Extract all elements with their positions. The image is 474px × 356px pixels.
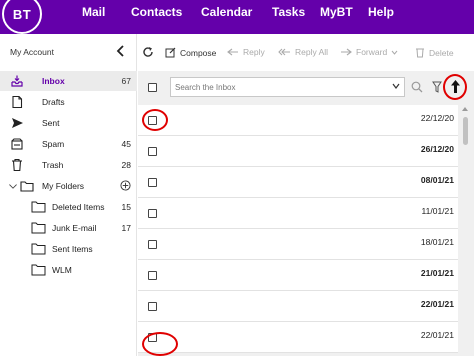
unread-count: 17 [121,223,131,233]
sidebar-item-inbox[interactable]: Inbox 67 [0,71,137,91]
unread-count: 15 [121,202,131,212]
folder-icon [20,181,34,192]
sidebar-item-label: My Folders [42,181,85,191]
sort-arrow-icon[interactable] [449,79,462,94]
sidebar-item-label: WLM [52,265,72,275]
account-header: My Account [0,34,137,71]
nav-help[interactable]: Help [368,5,394,19]
unread-count: 67 [121,76,131,86]
message-checkbox[interactable] [148,147,157,156]
sidebar-item-label: Junk E-mail [52,223,97,233]
top-nav-bar: BT Mail Contacts Calendar Tasks MyBT Hel… [0,0,474,34]
scrollbar-thumb[interactable] [463,117,468,145]
spam-icon [11,138,23,150]
chevron-down-icon[interactable] [8,179,18,193]
forward-button[interactable]: Forward [340,47,398,57]
message-row[interactable]: 26/12/20 [138,136,458,167]
sidebar-item-label: Inbox [42,76,65,86]
sidebar-item-deleted-items[interactable]: Deleted Items 15 [0,197,137,217]
forward-icon [341,48,352,56]
sidebar-item-my-folders[interactable]: My Folders [0,176,137,196]
filter-icon[interactable] [432,81,442,93]
nav-mybt[interactable]: MyBT [320,5,353,19]
account-label: My Account [10,47,54,57]
select-all-checkbox[interactable] [148,83,157,92]
message-checkbox[interactable] [148,271,157,280]
unread-count: 45 [121,139,131,149]
sidebar-item-label: Deleted Items [52,202,105,212]
message-row[interactable]: 18/01/21 [138,229,458,260]
sidebar-item-label: Drafts [42,97,65,107]
folder-icon [31,264,46,276]
message-checkbox[interactable] [148,302,157,311]
nav-tasks[interactable]: Tasks [272,5,305,19]
nav-mail[interactable]: Mail [82,5,105,19]
chevron-down-icon[interactable] [391,50,398,55]
message-date: 22/01/21 [420,299,454,309]
message-row[interactable]: 22/12/20 [138,105,458,136]
message-row[interactable]: 22/01/21 [138,291,458,322]
sidebar-item-spam[interactable]: Spam 45 [0,134,137,154]
message-checkbox[interactable] [148,178,157,187]
sidebar-item-label: Sent [42,118,60,128]
message-row[interactable]: 08/01/21 [138,167,458,198]
sidebar-item-junk-email[interactable]: Junk E-mail 17 [0,218,137,238]
message-checkbox[interactable] [148,116,157,125]
message-date: 21/01/21 [420,268,454,278]
message-row[interactable]: 21/01/21 [138,260,458,291]
folder-icon [31,222,46,234]
list-header [138,71,474,105]
add-folder-icon[interactable] [120,180,131,191]
message-checkbox[interactable] [148,333,157,342]
refresh-icon[interactable] [142,46,154,58]
message-row[interactable]: 11/01/21 [138,198,458,229]
message-date: 08/01/21 [420,175,454,185]
message-date: 26/12/20 [420,144,454,154]
folder-icon [31,243,46,255]
reply-button[interactable]: Reply [227,47,265,57]
unread-count: 28 [121,160,131,170]
sidebar-item-label: Trash [42,160,64,170]
drafts-icon [12,95,23,109]
reply-all-icon [278,48,290,56]
sidebar-item-sent-items[interactable]: Sent Items [0,239,137,259]
sidebar-item-trash[interactable]: Trash 28 [0,155,137,175]
search-input[interactable] [175,80,385,94]
message-date: 22/01/21 [420,330,454,340]
sidebar: My Account Inbox 67 Drafts Sent Spam 45 … [0,34,137,356]
search-box[interactable] [170,77,405,97]
message-row[interactable]: 22/01/21 [138,322,458,353]
message-checkbox[interactable] [148,240,157,249]
sidebar-item-label: Spam [42,139,65,149]
delete-button[interactable]: Delete [415,47,454,58]
message-list: 22/12/20 26/12/20 08/01/21 11/01/21 18/0… [138,71,474,356]
compose-button[interactable]: Compose [165,47,216,58]
chevron-left-icon[interactable] [114,44,128,58]
scroll-up-arrow-icon[interactable] [462,107,468,111]
folder-icon [31,201,46,213]
scrollbar[interactable] [459,105,474,356]
sidebar-item-label: Sent Items [52,244,93,254]
message-date: 18/01/21 [420,237,454,247]
nav-contacts[interactable]: Contacts [131,5,182,19]
inbox-icon [11,75,23,87]
bt-logo[interactable]: BT [2,0,42,34]
sidebar-item-sent[interactable]: Sent [0,113,137,133]
message-checkbox[interactable] [148,209,157,218]
message-date: 22/12/20 [420,113,454,123]
message-toolbar: Compose Reply Reply All Forward Delete [138,34,474,71]
chevron-down-icon[interactable] [392,83,400,89]
send-icon [12,118,23,128]
search-icon[interactable] [411,81,423,93]
nav-calendar[interactable]: Calendar [201,5,252,19]
compose-icon [165,47,176,58]
sidebar-item-wlm[interactable]: WLM [0,260,137,280]
trash-icon [12,158,22,172]
message-date: 11/01/21 [421,206,454,216]
sidebar-item-drafts[interactable]: Drafts [0,92,137,112]
reply-all-button[interactable]: Reply All [278,47,328,57]
reply-icon [227,48,238,56]
trash-icon [416,48,424,58]
